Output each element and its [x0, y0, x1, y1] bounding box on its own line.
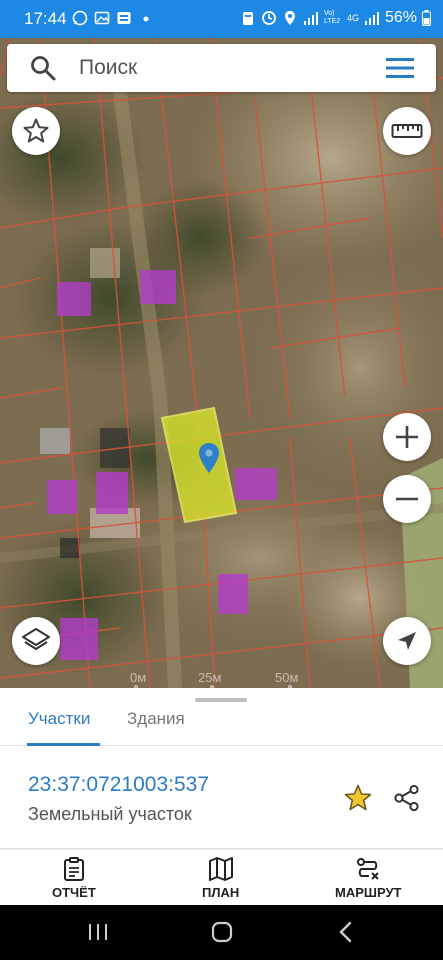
object-type: Земельный участок: [28, 804, 192, 824]
nav-route-label: МАРШРУТ: [335, 885, 402, 900]
menu-icon[interactable]: [386, 57, 414, 79]
nav-plan-label: ПЛАН: [202, 885, 240, 900]
ruler-icon: [391, 124, 423, 138]
layers-icon: [22, 628, 50, 650]
layers-button[interactable]: [12, 617, 60, 665]
cadastral-number[interactable]: 23:37:0721003:537: [28, 773, 209, 797]
favorite-star-icon[interactable]: [343, 783, 373, 813]
zoom-out-button[interactable]: [383, 475, 431, 523]
favorites-button[interactable]: [12, 107, 60, 155]
notification-dot-icon: [143, 16, 149, 22]
my-location-button[interactable]: [383, 617, 431, 665]
bottom-navigation: ОТЧЁТ ПЛАН МАРШРУТ: [0, 849, 443, 905]
tab-buildings[interactable]: Здания: [127, 709, 185, 729]
alarm-icon: [242, 12, 253, 25]
search-icon[interactable]: [29, 54, 57, 82]
battery-icon: [422, 10, 431, 26]
scale-label-0: 0м: [130, 670, 147, 685]
back-icon[interactable]: [338, 921, 354, 943]
plus-icon: [396, 426, 418, 448]
minus-icon: [396, 497, 418, 501]
share-icon[interactable]: [393, 784, 421, 812]
gallery-icon: [94, 11, 110, 25]
sync-icon: [262, 11, 276, 25]
scale-label-50: 50м: [275, 670, 299, 685]
battery-percent: 56%: [384, 9, 417, 26]
signal-icon-2: [364, 12, 379, 25]
location-icon: [284, 11, 295, 25]
navigation-arrow-icon: [398, 632, 416, 650]
home-icon[interactable]: [211, 921, 233, 943]
ruler-button[interactable]: [383, 107, 431, 155]
status-time: 17:44: [24, 9, 67, 28]
tab-parcels[interactable]: Участки: [28, 709, 90, 729]
satellite-map[interactable]: 0м 25м 50м: [0, 38, 443, 688]
network-label: Vo) LTE2: [323, 10, 341, 25]
map-scale: 0м 25м 50м: [130, 670, 298, 688]
sheet-tabs: Участки Здания: [0, 704, 443, 746]
whatsapp-icon: [72, 10, 88, 26]
sheet-drag-handle[interactable]: [195, 698, 247, 702]
news-app-icon: [117, 12, 131, 24]
map-plan-icon: [208, 857, 233, 881]
route-icon: [357, 858, 379, 880]
nav-plan[interactable]: ПЛАН: [202, 856, 239, 900]
location-marker-icon[interactable]: [198, 442, 220, 474]
signal-icon: [303, 12, 318, 25]
map-imagery: [0, 38, 443, 688]
zoom-in-button[interactable]: [383, 413, 431, 461]
scale-label-25: 25м: [198, 670, 222, 685]
search-bar[interactable]: Поиск: [7, 44, 436, 92]
recent-apps-icon[interactable]: [88, 923, 108, 941]
system-navigation-bar: [0, 905, 443, 960]
status-bar: 17:44 Vo) LTE2 4G 56%: [0, 0, 443, 38]
network-type: 4G: [346, 13, 359, 23]
nav-route[interactable]: МАРШРУТ: [335, 856, 401, 900]
active-tab-indicator: [27, 743, 100, 746]
search-input[interactable]: Поиск: [79, 56, 137, 80]
star-outline-icon: [23, 118, 49, 143]
nav-report[interactable]: ОТЧЁТ: [52, 856, 96, 900]
nav-report-label: ОТЧЁТ: [52, 885, 96, 900]
report-icon: [63, 857, 84, 881]
